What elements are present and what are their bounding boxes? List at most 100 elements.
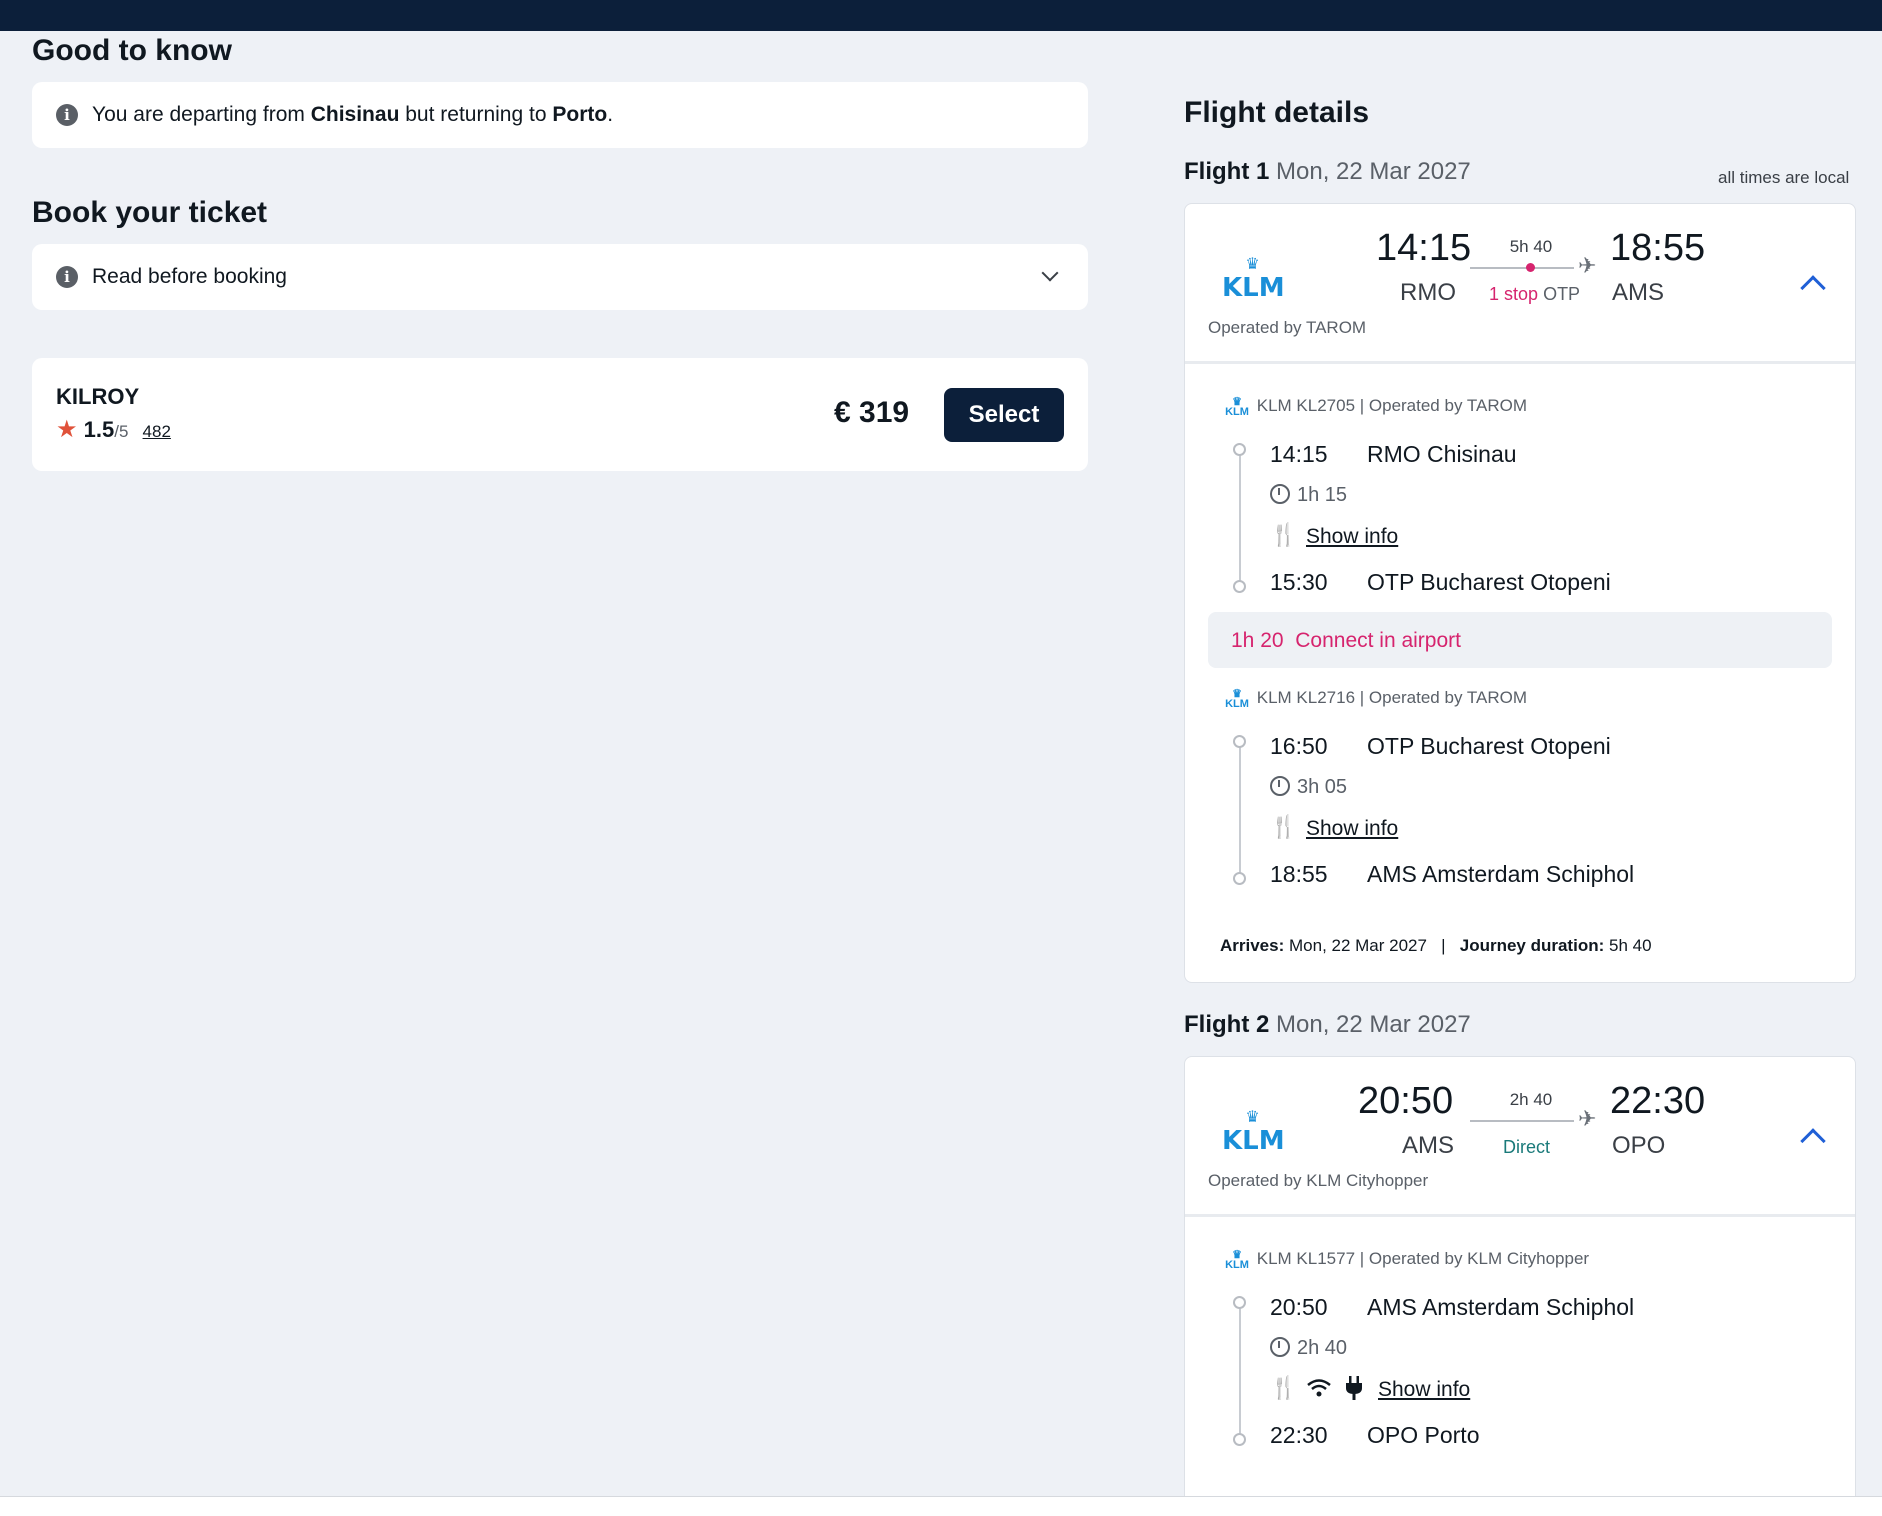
flight1-operated-by: Operated by TAROM bbox=[1208, 318, 1367, 337]
flight2-dep-time: 20:50 bbox=[1358, 1080, 1454, 1122]
crown-icon: ♛ bbox=[1245, 254, 1261, 273]
select-button[interactable]: Select bbox=[944, 388, 1064, 442]
summary-separator: | bbox=[1441, 936, 1446, 955]
segment2-duration: 3h 05 bbox=[1270, 776, 1347, 799]
plane-icon: ✈ bbox=[1578, 253, 1597, 278]
segment2-arr-place: AMS Amsterdam Schiphol bbox=[1367, 861, 1635, 887]
airline-name: KLM bbox=[1222, 273, 1285, 303]
flight2-header: Flight 2 Mon, 22 Mar 2027 bbox=[1184, 1011, 1471, 1039]
segment3-arr-place: OPO Porto bbox=[1367, 1422, 1480, 1448]
segment1-show-info-link[interactable]: Show info bbox=[1306, 525, 1398, 549]
stop-dot bbox=[1526, 263, 1535, 272]
top-nav-bar bbox=[0, 0, 1882, 31]
rating-value: 1.5 bbox=[83, 417, 115, 442]
segment3-show-info-link[interactable]: Show info bbox=[1378, 1378, 1470, 1402]
segment3-arr-time: 22:30 bbox=[1270, 1422, 1328, 1448]
card-divider bbox=[1185, 361, 1855, 364]
good-to-know-card: i You are departing from Chisinau but re… bbox=[32, 82, 1088, 148]
segment3-duration: 2h 40 bbox=[1270, 1337, 1347, 1360]
flight1-arr-code: AMS bbox=[1612, 279, 1665, 306]
card-divider bbox=[1185, 1214, 1855, 1217]
flight2-date: Mon, 22 Mar 2027 bbox=[1276, 1011, 1471, 1038]
segment1-duration-text: 1h 15 bbox=[1297, 484, 1348, 506]
stop-code: OTP bbox=[1543, 284, 1581, 304]
klm-mini-logo: ♛ KLM bbox=[1225, 1248, 1249, 1271]
segment2-arr-time: 18:55 bbox=[1270, 861, 1328, 887]
connection-text: Connect in airport bbox=[1295, 629, 1461, 652]
rating-max: /5 bbox=[114, 422, 129, 441]
flight1-stops: 1 stop OTP bbox=[1489, 284, 1580, 305]
route-line bbox=[1470, 267, 1574, 269]
read-before-booking-accordion[interactable]: i Read before booking bbox=[32, 244, 1088, 310]
segment3-duration-text: 2h 40 bbox=[1297, 1337, 1348, 1359]
timeline-dot bbox=[1233, 1296, 1246, 1309]
offer-card: KILROY ★ 1.5/5 482 € 319 bbox=[32, 358, 1088, 471]
journey-value: 5h 40 bbox=[1608, 936, 1652, 955]
flight-details-heading: Flight details bbox=[1184, 96, 1370, 129]
flight1-dep-code: RMO bbox=[1400, 279, 1456, 306]
klm-logo: ♛ KLM bbox=[1222, 254, 1285, 303]
arrives-label: Arrives: bbox=[1220, 936, 1285, 955]
airline-name: KLM bbox=[1222, 1126, 1285, 1156]
provider-name: KILROY bbox=[56, 384, 140, 409]
segment1-title-text: KLM KL2705 | Operated by TAROM bbox=[1256, 396, 1527, 415]
timeline-line bbox=[1239, 742, 1241, 878]
flight2-duration: 2h 40 bbox=[1509, 1090, 1553, 1109]
flight2-arr-code: OPO bbox=[1612, 1132, 1666, 1159]
segment1-dep-time: 14:15 bbox=[1270, 441, 1328, 467]
route-line bbox=[1470, 1120, 1574, 1122]
journey-label: Journey duration: bbox=[1459, 936, 1605, 955]
klm-logo: ♛ KLM bbox=[1222, 1107, 1285, 1156]
timeline-line bbox=[1239, 1303, 1241, 1439]
segment2-duration-text: 3h 05 bbox=[1297, 776, 1348, 798]
read-before-booking-label: Read before booking bbox=[92, 265, 287, 288]
chevron-down-icon[interactable] bbox=[1041, 264, 1059, 282]
meal-icon: 🍴 bbox=[1270, 1375, 1298, 1400]
msg-middle: but returning to bbox=[405, 103, 547, 126]
meal-icon: 🍴 bbox=[1270, 522, 1298, 547]
flight2-label: Flight 2 bbox=[1184, 1011, 1270, 1038]
segment3-dep-place: AMS Amsterdam Schiphol bbox=[1367, 1294, 1635, 1320]
crown-icon: ♛ bbox=[1245, 1107, 1261, 1126]
segment1-duration: 1h 15 bbox=[1270, 484, 1347, 507]
timeline-dot bbox=[1233, 1433, 1246, 1446]
flight1-header: Flight 1 Mon, 22 Mar 2027 bbox=[1184, 158, 1471, 186]
flight1-date: Mon, 22 Mar 2027 bbox=[1276, 158, 1471, 185]
timeline-dot bbox=[1233, 872, 1246, 885]
segment1-dep-place: RMO Chisinau bbox=[1367, 441, 1517, 467]
wifi-icon bbox=[1307, 1379, 1331, 1397]
reviews-link[interactable]: 482 bbox=[143, 422, 171, 441]
book-ticket-heading: Book your ticket bbox=[32, 196, 268, 229]
times-local-note: all times are local bbox=[1718, 168, 1850, 187]
bottom-bar bbox=[0, 1496, 1882, 1516]
arrives-value: Mon, 22 Mar 2027 bbox=[1289, 936, 1427, 955]
star-icon: ★ bbox=[56, 416, 78, 443]
flight1-arrival-summary: Arrives: Mon, 22 Mar 2027 | Journey dura… bbox=[1220, 936, 1652, 956]
provider-rating: ★ 1.5/5 482 bbox=[56, 415, 171, 444]
segment1-title: ♛ KLM KLM KL2705 | Operated by TAROM bbox=[1222, 396, 1527, 417]
clock-icon bbox=[1270, 776, 1290, 796]
segment2-dep-time: 16:50 bbox=[1270, 733, 1328, 759]
segment1-arr-place: OTP Bucharest Otopeni bbox=[1367, 569, 1611, 595]
timeline-dot bbox=[1233, 443, 1246, 456]
timeline-dot bbox=[1233, 735, 1246, 748]
good-to-know-heading: Good to know bbox=[32, 34, 232, 67]
segment2-show-info-link[interactable]: Show info bbox=[1306, 817, 1398, 841]
info-icon: i bbox=[56, 104, 78, 126]
good-to-know-message: You are departing from Chisinau but retu… bbox=[92, 103, 613, 127]
clock-icon bbox=[1270, 1337, 1290, 1357]
info-icon: i bbox=[56, 266, 78, 288]
flight1-label: Flight 1 bbox=[1184, 158, 1270, 185]
flight2-operated-by: Operated by KLM Cityhopper bbox=[1208, 1171, 1429, 1190]
clock-icon bbox=[1270, 484, 1290, 504]
flight2-dep-code: AMS bbox=[1402, 1132, 1455, 1159]
segment2-title-text: KLM KL2716 | Operated by TAROM bbox=[1256, 688, 1527, 707]
segment3-title-text: KLM KL1577 | Operated by KLM Cityhopper bbox=[1256, 1249, 1590, 1268]
segment1-arr-time: 15:30 bbox=[1270, 569, 1328, 595]
klm-mini-logo: ♛ KLM bbox=[1225, 395, 1249, 418]
flight1-arr-time: 18:55 bbox=[1610, 227, 1706, 269]
flight2-arr-time: 22:30 bbox=[1610, 1080, 1706, 1122]
segment3-title: ♛ KLM KLM KL1577 | Operated by KLM Cityho… bbox=[1222, 1249, 1589, 1270]
flight1-duration: 5h 40 bbox=[1509, 237, 1553, 256]
meal-icon: 🍴 bbox=[1270, 814, 1298, 839]
